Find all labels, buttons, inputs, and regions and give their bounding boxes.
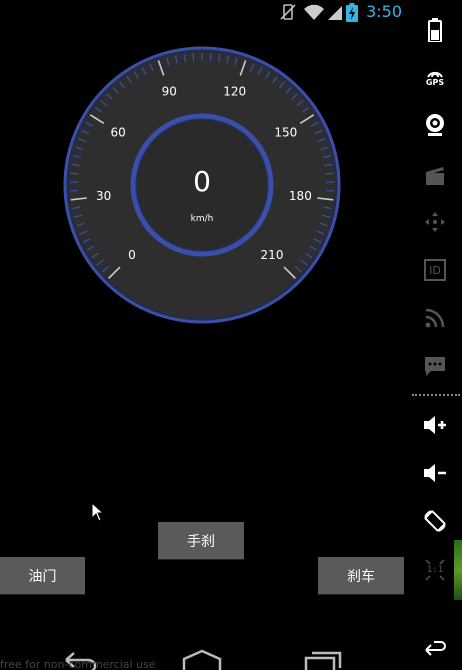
dpad-icon[interactable]	[420, 207, 450, 237]
brake-button[interactable]: 刹车	[318, 557, 404, 594]
speedometer-gauge: 0 30 60 90 120 150 180 210 0 km/h	[63, 46, 341, 324]
gauge-tick-label: 210	[261, 248, 284, 262]
gps-label: GPS	[425, 78, 445, 87]
handbrake-button[interactable]: 手刹	[158, 522, 244, 559]
gauge-minor-tick	[209, 53, 212, 62]
device-screen: 3:50 0 30 60 90 120 150 180 210 0 km/h 手刹 油门 刹车	[0, 0, 408, 670]
gauge-tick-label: 120	[223, 85, 246, 99]
speed-value: 0	[193, 165, 211, 198]
rss-icon[interactable]	[420, 303, 450, 333]
signal-icon	[326, 3, 344, 25]
side-panel-divider	[412, 394, 460, 396]
mouse-cursor-icon	[91, 502, 105, 522]
gauge-tick-label: 90	[162, 85, 177, 99]
emulator-back-icon[interactable]	[420, 634, 450, 664]
vibrate-off-icon	[279, 3, 297, 25]
recent-apps-icon[interactable]	[302, 650, 342, 670]
volume-down-icon[interactable]	[420, 458, 450, 488]
gauge-tick-label: 180	[289, 189, 312, 203]
gauge-minor-tick	[70, 172, 79, 175]
gauge-minor-tick	[325, 172, 334, 175]
gauge-tick-label: 150	[274, 125, 297, 139]
rotate-icon[interactable]	[420, 506, 450, 536]
watermark-caption: free for non-commercial use	[0, 658, 156, 670]
battery-icon[interactable]	[420, 15, 450, 45]
wifi-icon	[303, 3, 325, 25]
gauge-minor-tick	[192, 53, 195, 62]
gauge-tick-label: 60	[111, 125, 126, 139]
gauge-tick-label: 30	[96, 189, 111, 203]
volume-up-icon[interactable]	[420, 410, 450, 440]
sms-icon[interactable]	[420, 351, 450, 381]
home-icon[interactable]	[180, 649, 224, 670]
id-label: ID	[429, 263, 441, 277]
gauge-tick-label: 0	[128, 248, 136, 262]
gps-icon[interactable]: GPS	[420, 63, 450, 93]
camera-icon[interactable]	[420, 110, 450, 140]
status-time: 3:50	[366, 2, 402, 21]
video-clapper-icon[interactable]	[420, 160, 450, 190]
status-bar: 3:50	[0, 0, 408, 25]
throttle-button[interactable]: 油门	[0, 557, 85, 594]
id-card-icon[interactable]: ID	[420, 255, 450, 285]
scale-label: 1:1	[426, 565, 444, 575]
scale-icon[interactable]: 1:1	[420, 555, 450, 585]
battery-charging-icon	[346, 3, 358, 26]
desktop-background-strip	[454, 540, 462, 600]
speed-unit: km/h	[191, 214, 214, 224]
